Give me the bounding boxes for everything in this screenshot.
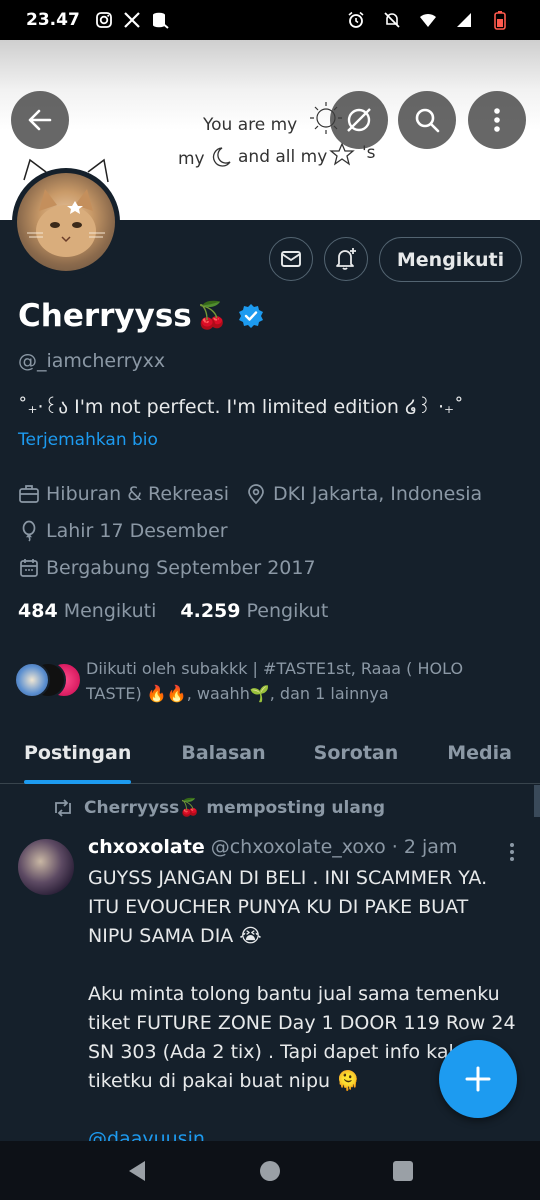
followed-by-avatars: [14, 662, 82, 700]
banner-line2-start: my: [178, 149, 205, 169]
profile-bio: ˚₊‧꒰ა I'm not perfect. I'm limited editi…: [18, 396, 464, 418]
calendar-icon: [18, 557, 40, 579]
triangle-back-icon: [128, 1160, 145, 1181]
post-text: GUYSS JANGAN DI BELI . INI SCAMMER YA. I…: [88, 864, 518, 1154]
battery-low-icon: [490, 10, 510, 30]
following-stat[interactable]: 484 Mengikuti: [18, 600, 156, 622]
followers-label: Pengikut: [246, 600, 329, 622]
post-more-button[interactable]: [502, 842, 522, 862]
profile-category: Hiburan & Rekreasi: [46, 483, 230, 505]
compose-button[interactable]: [439, 1040, 517, 1118]
repost-indicator: Cherryyss🍒 memposting ulang: [52, 798, 385, 818]
briefcase-icon: [18, 483, 40, 505]
instagram-icon: [94, 10, 114, 30]
banner-line1: You are my: [202, 115, 297, 135]
following-button[interactable]: Mengikuti: [379, 237, 522, 282]
post-author-name[interactable]: chxoxolate: [88, 836, 205, 858]
followed-by-line2: TASTE) 🔥🔥, waahh🌱, dan 1 lainnya: [86, 684, 389, 703]
followed-by-text: Diikuti oleh subakkk | #TASTE1st, Raaa (…: [86, 656, 463, 706]
followed-by[interactable]: Diikuti oleh subakkk | #TASTE1st, Raaa (…: [14, 656, 524, 706]
search-button[interactable]: [398, 91, 456, 149]
tab-postingan[interactable]: Postingan: [24, 722, 132, 784]
avatar: [14, 662, 50, 698]
post-header: chxoxolate @chxoxolate_xoxo · 2 jam: [88, 836, 457, 858]
x-icon: [122, 10, 142, 30]
followers-stat[interactable]: 4.259 Pengikut: [180, 600, 328, 622]
post-time: · 2 jam: [391, 836, 458, 858]
status-time: 23.47: [26, 10, 80, 30]
notifications-button[interactable]: [324, 237, 368, 281]
mute-icon: [382, 10, 402, 30]
nav-recents-button[interactable]: [392, 1160, 414, 1182]
avatar: [12, 168, 120, 276]
plus-icon: [465, 1066, 491, 1092]
location-pin-icon: [245, 483, 267, 505]
more-vertical-icon: [510, 843, 514, 861]
followers-count: 4.259: [180, 600, 241, 622]
following-label: Mengikuti: [63, 600, 157, 622]
meta-row-category: Hiburan & Rekreasi DKI Jakarta, Indonesi…: [18, 483, 482, 505]
more-button[interactable]: [468, 91, 526, 149]
database-icon: [150, 10, 170, 30]
mail-icon: [281, 251, 301, 267]
status-bar: 23.47: [0, 0, 540, 40]
banner-line2-mid: and all my: [238, 147, 327, 167]
profile-location: DKI Jakarta, Indonesia: [273, 483, 483, 505]
tab-label: Sorotan: [313, 742, 399, 764]
mute-button[interactable]: [330, 91, 388, 149]
message-button[interactable]: [269, 237, 313, 281]
profile-avatar[interactable]: [12, 168, 120, 276]
no-camera-icon: [347, 108, 371, 132]
moon-doodle-icon: [212, 147, 231, 167]
post-author-avatar[interactable]: [18, 839, 74, 895]
verified-badge-icon: [238, 303, 264, 329]
tab-label: Balasan: [181, 742, 266, 764]
bell-plus-icon: [336, 248, 356, 270]
cat-photo-icon: [27, 189, 105, 257]
balloon-icon: [18, 520, 40, 542]
wifi-icon: [418, 10, 438, 30]
more-vertical-icon: [494, 108, 500, 132]
back-arrow-icon: [28, 109, 52, 131]
post-paragraph-1: GUYSS JANGAN DI BELI . INI SCAMMER YA. I…: [88, 867, 488, 947]
cherry-emoji: 🍒: [195, 301, 229, 331]
alarm-icon: [346, 10, 366, 30]
profile-name: Cherryyss 🍒: [18, 298, 264, 334]
tab-label: Media: [447, 742, 512, 764]
scrollbar[interactable]: [534, 785, 540, 817]
follow-stats: 484 Mengikuti 4.259 Pengikut: [18, 600, 328, 622]
search-icon: [415, 108, 440, 133]
post-author-handle: @chxoxolate_xoxo: [210, 836, 386, 858]
signal-icon: [454, 10, 474, 30]
repost-icon: [52, 798, 74, 818]
nav-home-button[interactable]: [259, 1160, 281, 1182]
nav-back-button[interactable]: [126, 1159, 148, 1183]
tab-label: Postingan: [24, 742, 132, 764]
tab-balasan[interactable]: Balasan: [181, 722, 265, 784]
back-button[interactable]: [11, 91, 69, 149]
repost-label: Cherryyss🍒 memposting ulang: [84, 798, 386, 818]
square-recents-icon: [393, 1160, 414, 1181]
following-count: 484: [18, 600, 58, 622]
tab-media[interactable]: Media: [447, 722, 512, 784]
circle-home-icon: [259, 1160, 280, 1181]
profile-handle: @_iamcherryxx: [18, 350, 166, 372]
followed-by-line1: Diikuti oleh subakkk | #TASTE1st, Raaa (…: [86, 659, 464, 678]
meta-row-birthday: Lahir 17 Desember: [18, 520, 228, 542]
profile-joined: Bergabung September 2017: [46, 557, 316, 579]
tab-sorotan[interactable]: Sorotan: [314, 722, 399, 784]
system-nav-bar: [0, 1141, 540, 1200]
profile-birthday: Lahir 17 Desember: [46, 520, 228, 542]
profile-tabs: Postingan Balasan Sorotan Media: [0, 722, 540, 784]
profile-name-text: Cherryyss: [18, 298, 192, 334]
meta-row-joined: Bergabung September 2017: [18, 557, 316, 579]
translate-bio-link[interactable]: Terjemahkan bio: [18, 430, 158, 450]
